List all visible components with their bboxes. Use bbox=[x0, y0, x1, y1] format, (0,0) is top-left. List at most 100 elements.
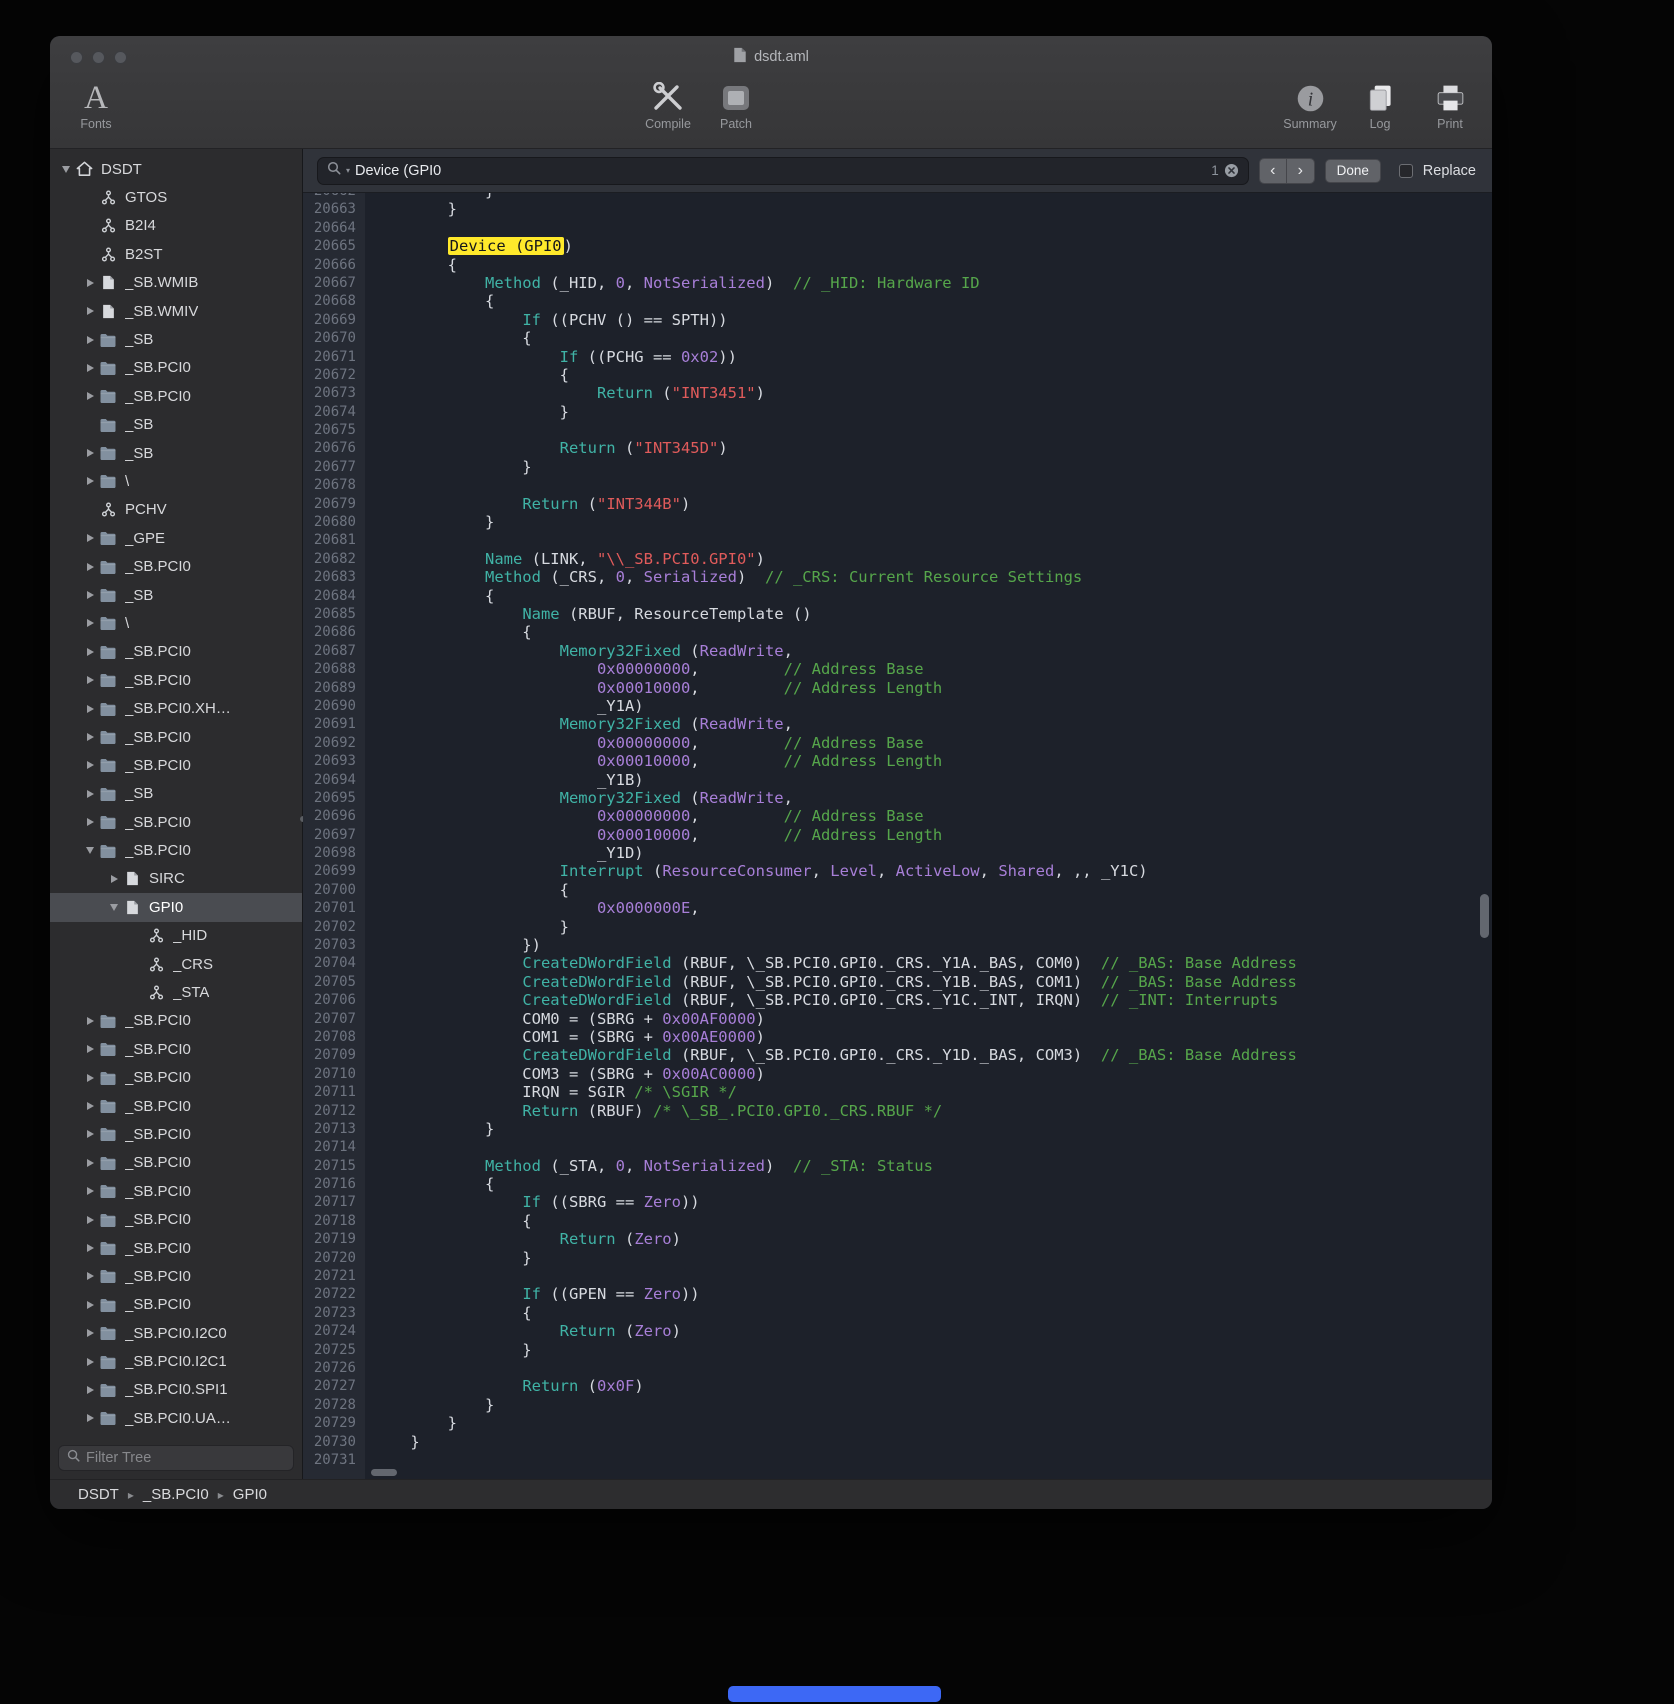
tree-item-sb[interactable]: _SB bbox=[50, 581, 302, 609]
tree-item-sbpci0i2c0[interactable]: _SB.PCI0.I2C0 bbox=[50, 1319, 302, 1347]
code-line[interactable]: Memory32Fixed (ReadWrite, bbox=[373, 715, 1492, 733]
tree-item-sbpci0[interactable]: _SB.PCI0 bbox=[50, 1092, 302, 1120]
code-line[interactable]: Name (RBUF, ResourceTemplate () bbox=[373, 605, 1492, 623]
close-button[interactable] bbox=[70, 51, 83, 64]
code-line[interactable]: CreateDWordField (RBUF, \_SB.PCI0.GPI0._… bbox=[373, 1046, 1492, 1064]
tree-item-crs[interactable]: _CRS bbox=[50, 950, 302, 978]
code-line[interactable]: Method (_CRS, 0, Serialized) // _CRS: Cu… bbox=[373, 568, 1492, 586]
tree-item-sbpci0[interactable]: _SB.PCI0 bbox=[50, 1291, 302, 1319]
code-line[interactable]: } bbox=[373, 1414, 1492, 1432]
code-line[interactable]: Name (LINK, "\\_SB.PCI0.GPI0") bbox=[373, 550, 1492, 568]
tree-item-gpi0[interactable]: GPI0 bbox=[50, 893, 302, 921]
code-line[interactable]: Memory32Fixed (ReadWrite, bbox=[373, 789, 1492, 807]
disclosure-triangle-icon[interactable] bbox=[82, 1297, 98, 1313]
code-line[interactable]: }) bbox=[373, 936, 1492, 954]
disclosure-triangle-icon[interactable] bbox=[82, 701, 98, 717]
code-line[interactable]: { bbox=[373, 329, 1492, 347]
disclosure-triangle-icon[interactable] bbox=[82, 445, 98, 461]
code-line[interactable]: } bbox=[373, 458, 1492, 476]
code-line[interactable]: { bbox=[373, 623, 1492, 641]
code-line[interactable]: _Y1A) bbox=[373, 697, 1492, 715]
tree-item-sbwmiv[interactable]: _SB.WMIV bbox=[50, 297, 302, 325]
code-line[interactable]: } bbox=[373, 918, 1492, 936]
tree-item-sbpci0spi1[interactable]: _SB.PCI0.SPI1 bbox=[50, 1376, 302, 1404]
code-line[interactable]: Return ("INT344B") bbox=[373, 495, 1492, 513]
code-line[interactable]: Memory32Fixed (ReadWrite, bbox=[373, 642, 1492, 660]
replace-checkbox[interactable] bbox=[1399, 164, 1413, 178]
disclosure-triangle-icon[interactable] bbox=[82, 786, 98, 802]
disclosure-triangle-icon[interactable] bbox=[106, 899, 122, 915]
tree-item-sbpci0[interactable]: _SB.PCI0 bbox=[50, 1120, 302, 1148]
code-line[interactable]: _Y1D) bbox=[373, 844, 1492, 862]
code-line[interactable]: } bbox=[373, 403, 1492, 421]
tree-item-sbpci0[interactable]: _SB.PCI0 bbox=[50, 1007, 302, 1035]
compile-button[interactable]: Compile bbox=[636, 80, 700, 131]
tree-item-sbpci0[interactable]: _SB.PCI0 bbox=[50, 1234, 302, 1262]
code-line[interactable]: If ((PCHV () == SPTH)) bbox=[373, 311, 1492, 329]
code-line[interactable] bbox=[373, 1138, 1492, 1156]
disclosure-triangle-icon[interactable] bbox=[82, 530, 98, 546]
disclosure-triangle-icon[interactable] bbox=[82, 1410, 98, 1426]
tree-item-hid[interactable]: _HID bbox=[50, 922, 302, 950]
code-line[interactable]: _Y1B) bbox=[373, 771, 1492, 789]
filter-tree-field[interactable] bbox=[58, 1445, 294, 1471]
disclosure-triangle-icon[interactable] bbox=[82, 1268, 98, 1284]
disclosure-triangle-icon[interactable] bbox=[82, 332, 98, 348]
minimize-button[interactable] bbox=[92, 51, 105, 64]
disclosure-triangle-icon[interactable] bbox=[82, 843, 98, 859]
code-line[interactable]: } bbox=[373, 1341, 1492, 1359]
tree-item-sbpci0[interactable]: _SB.PCI0 bbox=[50, 1205, 302, 1233]
tree-item-sbpci0[interactable]: _SB.PCI0 bbox=[50, 666, 302, 694]
tree-item-sbpci0[interactable]: _SB.PCI0 bbox=[50, 354, 302, 382]
code-line[interactable]: CreateDWordField (RBUF, \_SB.PCI0.GPI0._… bbox=[373, 991, 1492, 1009]
disclosure-triangle-icon[interactable] bbox=[82, 388, 98, 404]
horizontal-scrollbar-thumb[interactable] bbox=[371, 1469, 397, 1476]
code-line[interactable]: Return (Zero) bbox=[373, 1230, 1492, 1248]
code-line[interactable]: Return (RBUF) /* \_SB_.PCI0.GPI0._CRS.RB… bbox=[373, 1102, 1492, 1120]
code-line[interactable]: Return (Zero) bbox=[373, 1322, 1492, 1340]
disclosure-triangle-icon[interactable] bbox=[82, 473, 98, 489]
code-line[interactable]: } bbox=[373, 1433, 1492, 1451]
code-line[interactable]: Method (_STA, 0, NotSerialized) // _STA:… bbox=[373, 1157, 1492, 1175]
code-line[interactable]: 0x00010000, // Address Length bbox=[373, 826, 1492, 844]
code-line[interactable]: Return (0x0F) bbox=[373, 1377, 1492, 1395]
tree-item-sbpci0[interactable]: _SB.PCI0 bbox=[50, 382, 302, 410]
code-line[interactable]: Return ("INT3451") bbox=[373, 384, 1492, 402]
code-line[interactable]: CreateDWordField (RBUF, \_SB.PCI0.GPI0._… bbox=[373, 973, 1492, 991]
code-line[interactable]: COM0 = (SBRG + 0x00AF0000) bbox=[373, 1010, 1492, 1028]
code-line[interactable]: Interrupt (ResourceConsumer, Level, Acti… bbox=[373, 862, 1492, 880]
code-line[interactable]: } bbox=[373, 193, 1492, 200]
code-line[interactable]: 0x00000000, // Address Base bbox=[373, 807, 1492, 825]
vertical-scrollbar-thumb[interactable] bbox=[1480, 894, 1489, 938]
summary-button[interactable]: i Summary bbox=[1278, 80, 1342, 131]
code-line[interactable]: IRQN = SGIR /* \SGIR */ bbox=[373, 1083, 1492, 1101]
disclosure-triangle-icon[interactable] bbox=[82, 1155, 98, 1171]
tree-item-gtos[interactable]: GTOS bbox=[50, 183, 302, 211]
disclosure-triangle-icon[interactable] bbox=[82, 587, 98, 603]
next-match-button[interactable]: › bbox=[1287, 159, 1314, 183]
disclosure-triangle-icon[interactable] bbox=[82, 1183, 98, 1199]
disclosure-triangle-icon[interactable] bbox=[82, 1354, 98, 1370]
disclosure-triangle-icon[interactable] bbox=[82, 1240, 98, 1256]
tree-item-gpe[interactable]: _GPE bbox=[50, 524, 302, 552]
breadcrumb-item[interactable]: _SB.PCI0 bbox=[143, 1486, 209, 1503]
code-line[interactable]: 0x00010000, // Address Length bbox=[373, 752, 1492, 770]
code-line[interactable]: { bbox=[373, 587, 1492, 605]
code-line[interactable]: { bbox=[373, 1304, 1492, 1322]
code-line[interactable] bbox=[373, 421, 1492, 439]
disclosure-triangle-icon[interactable] bbox=[82, 1126, 98, 1142]
disclosure-triangle-icon[interactable] bbox=[82, 1041, 98, 1057]
code-line[interactable]: If ((SBRG == Zero)) bbox=[373, 1193, 1492, 1211]
code-line[interactable]: } bbox=[373, 200, 1492, 218]
tree-item-node11[interactable]: \ bbox=[50, 467, 302, 495]
code-line[interactable] bbox=[373, 1267, 1492, 1285]
code-line[interactable]: { bbox=[373, 881, 1492, 899]
tree-item-sbpci0[interactable]: _SB.PCI0 bbox=[50, 1262, 302, 1290]
tree-item-sbpci0i2c1[interactable]: _SB.PCI0.I2C1 bbox=[50, 1347, 302, 1375]
breadcrumb-item[interactable]: GPI0 bbox=[233, 1486, 267, 1503]
code-line[interactable]: } bbox=[373, 1249, 1492, 1267]
clear-search-icon[interactable] bbox=[1224, 163, 1239, 178]
log-button[interactable]: Log bbox=[1348, 80, 1412, 131]
disclosure-triangle-icon[interactable] bbox=[82, 275, 98, 291]
tree-item-dsdt[interactable]: DSDT bbox=[50, 155, 302, 183]
